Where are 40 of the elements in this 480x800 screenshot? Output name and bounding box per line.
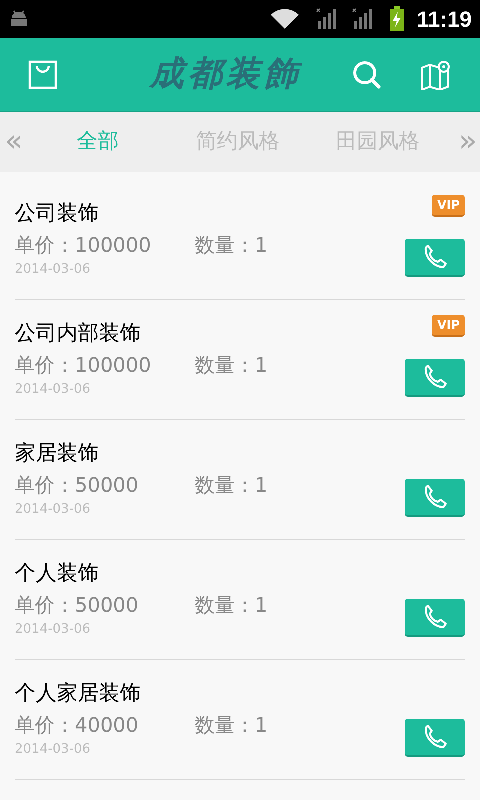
unit-price: 单价：100000 bbox=[15, 352, 152, 379]
search-icon[interactable] bbox=[352, 58, 384, 90]
call-button[interactable] bbox=[405, 238, 465, 276]
wifi-icon bbox=[268, 7, 301, 31]
call-button[interactable] bbox=[405, 478, 465, 516]
phone-icon bbox=[422, 724, 448, 750]
unit-price: 单价：50000 bbox=[15, 592, 140, 619]
item-title: 公司内部装饰 bbox=[15, 320, 142, 346]
item-date: 2014-03-06 bbox=[15, 620, 92, 639]
battery-charging-icon bbox=[388, 6, 405, 32]
call-button[interactable] bbox=[405, 718, 465, 756]
phone-icon bbox=[422, 244, 448, 270]
quantity: 数量：1 bbox=[195, 232, 268, 259]
phone-icon bbox=[422, 484, 448, 510]
call-button[interactable] bbox=[405, 598, 465, 636]
quantity: 数量：1 bbox=[195, 472, 268, 499]
item-title: 家居装饰 bbox=[15, 440, 100, 466]
item-date: 2014-03-06 bbox=[15, 740, 92, 759]
phone-icon bbox=[422, 364, 448, 390]
item-date: 2014-03-06 bbox=[15, 380, 92, 399]
shopping-bag-icon[interactable] bbox=[28, 58, 60, 90]
unit-price: 单价：50000 bbox=[15, 472, 140, 499]
unit-price: 单价：100000 bbox=[15, 232, 152, 259]
unit-price: 单价：40000 bbox=[15, 712, 140, 739]
map-pin-icon[interactable] bbox=[420, 58, 452, 90]
app-logo-title: 成都装飾 bbox=[150, 53, 302, 96]
category-tab[interactable]: 全部 bbox=[28, 126, 168, 158]
quantity: 数量：1 bbox=[195, 712, 268, 739]
item-title: 公司装饰 bbox=[15, 200, 100, 226]
vip-badge: VIP bbox=[432, 194, 465, 216]
item-title: 个人家居装饰 bbox=[15, 680, 142, 706]
item-date: 2014-03-06 bbox=[15, 500, 92, 519]
clock-time: 11:19 bbox=[416, 6, 472, 34]
item-title: 个人装饰 bbox=[15, 560, 100, 586]
item-date: 2014-03-06 bbox=[15, 260, 92, 279]
call-button[interactable] bbox=[405, 358, 465, 396]
quantity: 数量：1 bbox=[195, 592, 268, 619]
quantity: 数量：1 bbox=[195, 352, 268, 379]
phone-icon bbox=[422, 604, 448, 630]
vip-badge: VIP bbox=[432, 314, 465, 336]
